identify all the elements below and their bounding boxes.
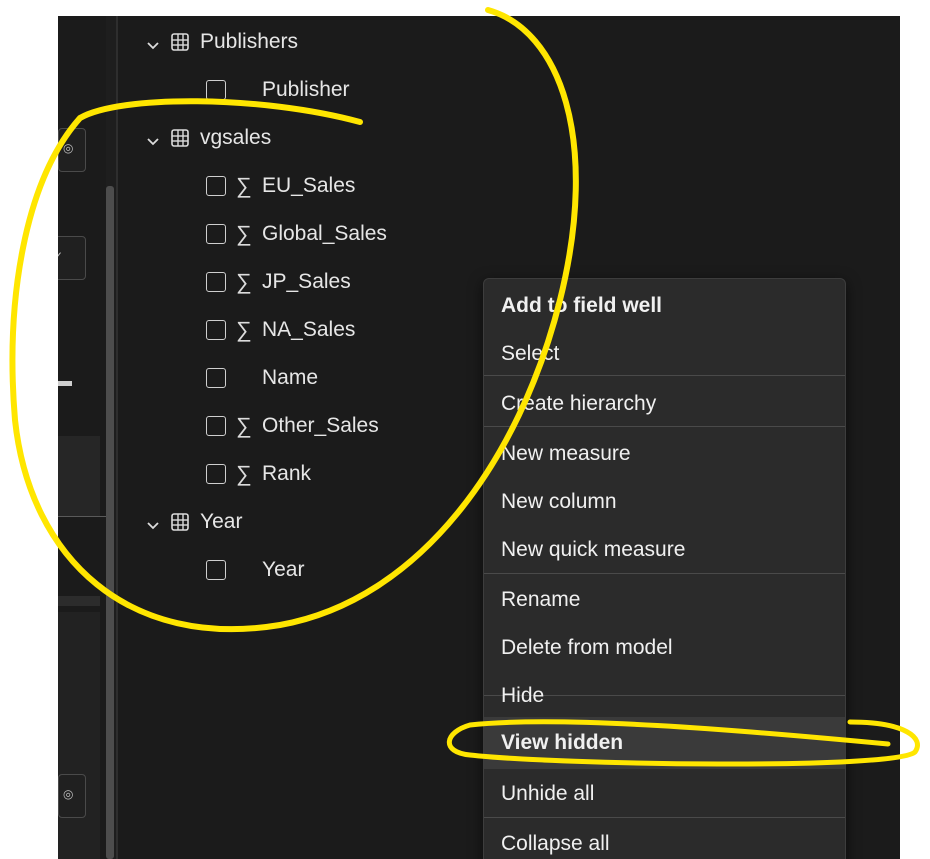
format-icon: ◎ bbox=[63, 141, 74, 155]
menu-item-rename[interactable]: Rename bbox=[484, 577, 845, 623]
checkbox-icon[interactable] bbox=[206, 272, 226, 292]
sigma-icon: ∑ bbox=[236, 317, 252, 342]
table-icon bbox=[170, 128, 190, 148]
checkbox-icon[interactable] bbox=[206, 80, 226, 100]
panel-tile bbox=[58, 436, 100, 516]
chevron-down-icon[interactable] bbox=[146, 35, 160, 50]
menu-item-new-measure[interactable]: New measure bbox=[484, 431, 845, 477]
checkbox-icon[interactable] bbox=[206, 320, 226, 340]
sigma-icon: ∑ bbox=[236, 461, 252, 486]
sigma-icon: ∑ bbox=[236, 221, 252, 246]
chevron-down-icon[interactable] bbox=[146, 131, 160, 146]
menu-item-hide[interactable]: Hide bbox=[484, 673, 845, 719]
chevron-down-icon[interactable] bbox=[146, 515, 160, 530]
panel-tile bbox=[58, 612, 100, 859]
context-menu: Add to field well Select Create hierarchy N… bbox=[483, 278, 846, 859]
visualizations-strip: ◎ ✓ ◎ bbox=[58, 16, 118, 859]
menu-item-unhide-all[interactable]: Unhide all bbox=[484, 771, 845, 817]
field-item[interactable]: Publisher bbox=[206, 70, 350, 110]
field-label: NA_Sales bbox=[262, 318, 356, 341]
fields-pane-window: ◎ ✓ ◎ Publishers Publisher vgsales ∑ EU_Sale… bbox=[58, 16, 900, 859]
menu-item-create-hierarchy[interactable]: Create hierarchy bbox=[484, 381, 845, 427]
panel-tile bbox=[58, 596, 100, 606]
field-item[interactable]: Name bbox=[206, 358, 318, 398]
table-name: Year bbox=[200, 510, 243, 533]
menu-item-new-column[interactable]: New column bbox=[484, 479, 845, 525]
checkbox-icon[interactable] bbox=[206, 464, 226, 484]
field-label: Year bbox=[262, 558, 305, 581]
format-icon: ◎ bbox=[63, 787, 74, 801]
field-label: EU_Sales bbox=[262, 174, 356, 197]
field-item[interactable]: ∑ EU_Sales bbox=[206, 166, 355, 206]
checkbox-icon[interactable] bbox=[206, 560, 226, 580]
field-label: Publisher bbox=[262, 78, 350, 101]
field-item[interactable]: Year bbox=[206, 550, 304, 590]
field-label: Other_Sales bbox=[262, 414, 379, 437]
checkbox-icon[interactable] bbox=[206, 224, 226, 244]
field-item[interactable]: ∑ Other_Sales bbox=[206, 406, 379, 446]
field-item[interactable]: ∑ JP_Sales bbox=[206, 262, 351, 302]
field-label: Name bbox=[262, 366, 319, 389]
sigma-icon: ∑ bbox=[236, 413, 252, 438]
check-icon: ✓ bbox=[58, 249, 64, 263]
checkbox-icon[interactable] bbox=[206, 176, 226, 196]
table-group-vgsales[interactable]: vgsales bbox=[146, 118, 271, 158]
menu-separator bbox=[484, 817, 845, 818]
visual-widget[interactable]: ✓ bbox=[58, 236, 86, 280]
field-item[interactable]: ∑ Global_Sales bbox=[206, 214, 387, 254]
table-group-year[interactable]: Year bbox=[146, 502, 242, 542]
field-label: Global_Sales bbox=[262, 222, 387, 245]
field-label: JP_Sales bbox=[262, 270, 351, 293]
checkbox-icon[interactable] bbox=[206, 368, 226, 388]
field-item[interactable]: ∑ Rank bbox=[206, 454, 311, 494]
pane-divider bbox=[116, 16, 118, 859]
table-name: vgsales bbox=[200, 126, 272, 149]
menu-item-select[interactable]: Select bbox=[484, 331, 845, 377]
menu-separator bbox=[484, 573, 845, 574]
visual-widget[interactable]: ◎ bbox=[58, 128, 86, 172]
menu-item-view-hidden[interactable]: View hidden bbox=[484, 717, 845, 769]
slider-stub bbox=[58, 381, 72, 386]
table-icon bbox=[170, 32, 190, 52]
menu-item-new-quick-measure[interactable]: New quick measure bbox=[484, 527, 845, 573]
scrollbar-thumb[interactable] bbox=[106, 186, 114, 859]
menu-item-collapse-all[interactable]: Collapse all bbox=[484, 821, 845, 859]
menu-item-delete-from-model[interactable]: Delete from model bbox=[484, 625, 845, 671]
field-label: Rank bbox=[262, 462, 312, 485]
table-icon bbox=[170, 512, 190, 532]
table-name: Publishers bbox=[200, 30, 299, 53]
sigma-icon: ∑ bbox=[236, 173, 252, 198]
field-item[interactable]: ∑ NA_Sales bbox=[206, 310, 355, 350]
menu-item-add-to-field-well[interactable]: Add to field well bbox=[484, 283, 845, 329]
checkbox-icon[interactable] bbox=[206, 416, 226, 436]
table-group-publishers[interactable]: Publishers bbox=[146, 22, 298, 62]
visual-widget[interactable]: ◎ bbox=[58, 774, 86, 818]
sigma-icon: ∑ bbox=[236, 269, 252, 294]
